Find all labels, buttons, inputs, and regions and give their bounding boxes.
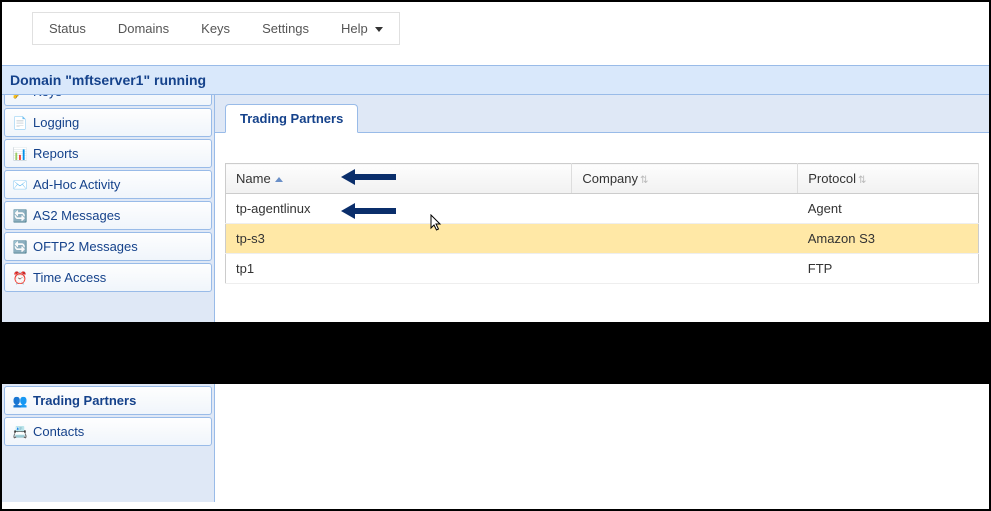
col-company[interactable]: Company⇅: [572, 164, 798, 194]
cell-protocol: Amazon S3: [798, 224, 979, 254]
sidebar: 🔑 Keys 📄 Logging 📊 Reports ✉️ Ad-Hoc Activit…: [2, 95, 215, 502]
sidebar-item-time-access[interactable]: ⏰ Time Access: [4, 263, 212, 292]
cell-name: tp-agentlinux: [226, 194, 572, 224]
cell-company: [572, 224, 798, 254]
image-tear-annotation: [0, 322, 991, 384]
nav-keys[interactable]: Keys: [185, 13, 246, 44]
cell-name: tp1: [226, 254, 572, 284]
trading-partners-table: Name Company⇅ Protocol⇅ tp-agentlinux Ag…: [225, 163, 979, 284]
table-row[interactable]: tp-agentlinux Agent: [226, 194, 979, 224]
oftp-icon: 🔄: [13, 240, 27, 254]
sidebar-item-trading-partners[interactable]: 👥 Trading Partners: [4, 386, 212, 415]
col-label: Protocol: [808, 171, 856, 186]
cell-protocol: FTP: [798, 254, 979, 284]
sidebar-item-keys[interactable]: 🔑 Keys: [4, 95, 212, 106]
table-row[interactable]: tp-s3 Amazon S3: [226, 224, 979, 254]
sidebar-item-logging[interactable]: 📄 Logging: [4, 108, 212, 137]
sort-icon: ⇅: [858, 175, 866, 186]
tab-strip: Trading Partners: [215, 95, 989, 133]
table-row[interactable]: tp1 FTP: [226, 254, 979, 284]
sidebar-item-contacts[interactable]: 📇 Contacts: [4, 417, 212, 446]
sidebar-item-reports[interactable]: 📊 Reports: [4, 139, 212, 168]
cell-protocol: Agent: [798, 194, 979, 224]
nav-help-label: Help: [341, 21, 368, 36]
col-label: Company: [582, 171, 638, 186]
mail-icon: ✉️: [13, 178, 27, 192]
sidebar-item-oftp2[interactable]: 🔄 OFTP2 Messages: [4, 232, 212, 261]
sidebar-item-label: Reports: [33, 146, 79, 161]
sidebar-item-label: Keys: [33, 95, 62, 99]
nav-help[interactable]: Help: [325, 13, 399, 44]
cell-company: [572, 194, 798, 224]
cell-name: tp-s3: [226, 224, 572, 254]
sidebar-item-as2[interactable]: 🔄 AS2 Messages: [4, 201, 212, 230]
contacts-icon: 📇: [13, 425, 27, 439]
nav-domains[interactable]: Domains: [102, 13, 185, 44]
sidebar-item-adhoc[interactable]: ✉️ Ad-Hoc Activity: [4, 170, 212, 199]
domain-status-header: Domain "mftserver1" running: [2, 65, 989, 95]
as2-icon: 🔄: [13, 209, 27, 223]
sidebar-item-label: Logging: [33, 115, 79, 130]
sidebar-item-label: OFTP2 Messages: [33, 239, 138, 254]
time-icon: ⏰: [13, 271, 27, 285]
top-nav: Status Domains Keys Settings Help: [2, 2, 989, 65]
nav-settings[interactable]: Settings: [246, 13, 325, 44]
col-label: Name: [236, 171, 271, 186]
main-panel: Trading Partners Name Company⇅ Protocol⇅: [215, 95, 989, 502]
top-nav-bar: Status Domains Keys Settings Help: [32, 12, 400, 45]
annotation-arrow: [341, 203, 396, 219]
sidebar-item-label: Contacts: [33, 424, 84, 439]
panel-body: Name Company⇅ Protocol⇅ tp-agentlinux Ag…: [215, 133, 989, 504]
sidebar-item-label: Ad-Hoc Activity: [33, 177, 120, 192]
sort-icon: ⇅: [640, 175, 648, 186]
key-icon: 🔑: [13, 95, 27, 99]
col-name[interactable]: Name: [226, 164, 572, 194]
nav-status[interactable]: Status: [33, 13, 102, 44]
col-protocol[interactable]: Protocol⇅: [798, 164, 979, 194]
partners-icon: 👥: [13, 394, 27, 408]
chevron-down-icon: [375, 27, 383, 32]
annotation-arrow: [341, 169, 396, 185]
log-icon: 📄: [13, 116, 27, 130]
cell-company: [572, 254, 798, 284]
sidebar-item-label: Time Access: [33, 270, 106, 285]
tab-trading-partners[interactable]: Trading Partners: [225, 104, 358, 133]
sidebar-item-label: Trading Partners: [33, 393, 136, 408]
reports-icon: 📊: [13, 147, 27, 161]
sort-asc-icon: [275, 177, 283, 182]
sidebar-item-label: AS2 Messages: [33, 208, 120, 223]
